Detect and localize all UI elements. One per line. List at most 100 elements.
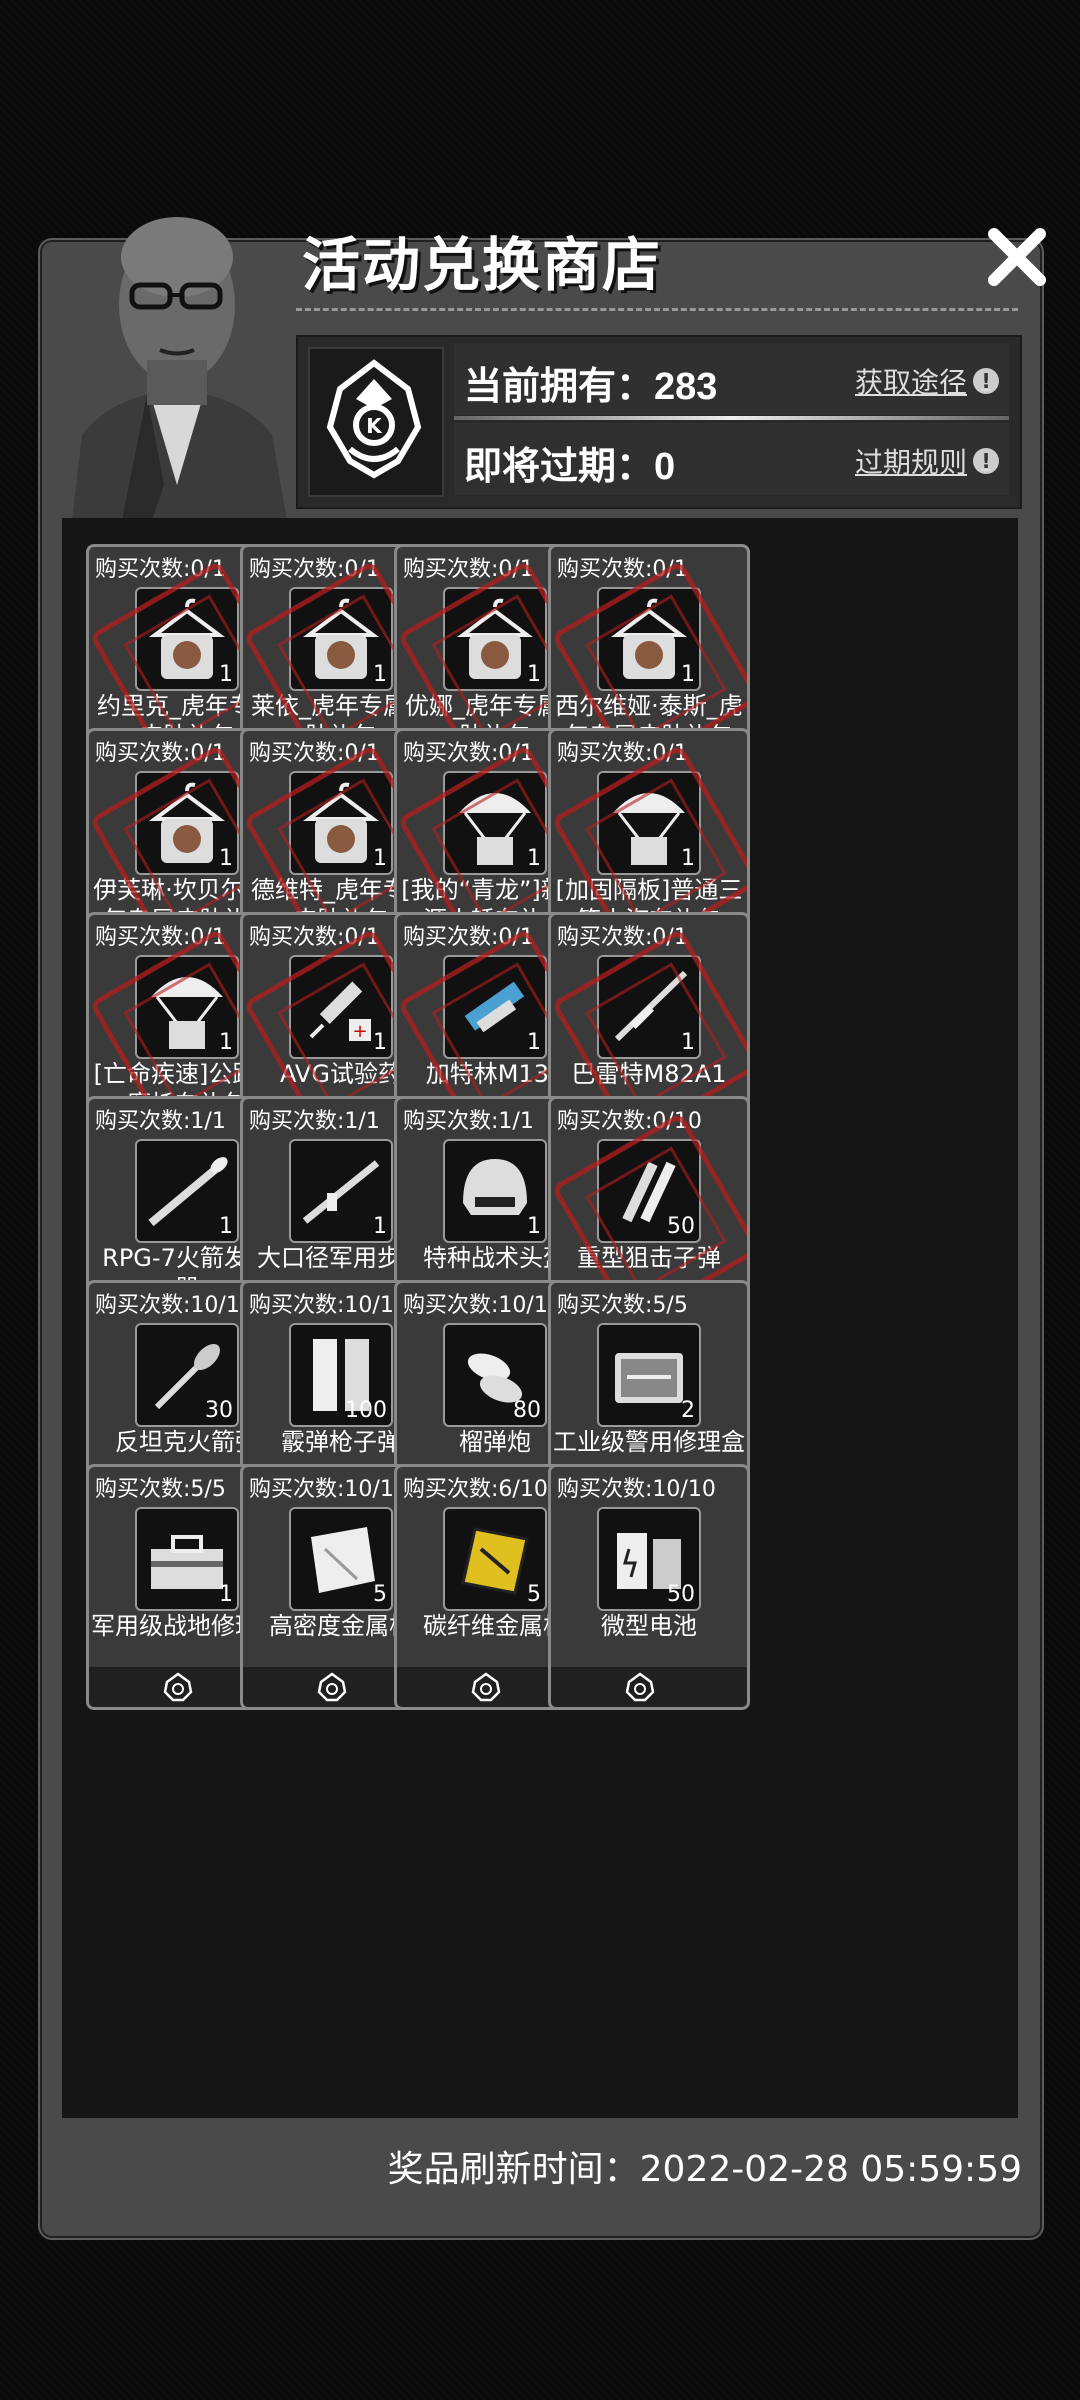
svg-text:+: + bbox=[352, 1021, 367, 1042]
item-icon-frame: 1 bbox=[597, 955, 701, 1059]
purchase-count: 购买次数:5/5 bbox=[557, 1293, 688, 1318]
item-icon-frame: 1 bbox=[289, 771, 393, 875]
item-quantity: 1 bbox=[681, 846, 695, 871]
item-icon-frame: 30 bbox=[135, 1323, 239, 1427]
item-quantity: 50 bbox=[667, 1582, 695, 1607]
item-quantity: 1 bbox=[373, 1214, 387, 1239]
item-icon-frame: 1 bbox=[135, 1139, 239, 1243]
item-icon-frame: 1 bbox=[289, 587, 393, 691]
info-divider bbox=[454, 416, 1009, 420]
purchase-count: 购买次数:0/1 bbox=[557, 557, 688, 582]
item-icon-frame: 1 bbox=[597, 587, 701, 691]
current-owned-label: 当前拥有：283 bbox=[464, 366, 718, 408]
purchase-count: 购买次数:0/1 bbox=[557, 741, 688, 766]
item-icon-frame: 1 bbox=[135, 587, 239, 691]
info-icon[interactable]: ! bbox=[973, 448, 999, 474]
item-quantity: 1 bbox=[219, 662, 233, 687]
expiring-row: 即将过期：0 过期规则 ! bbox=[454, 423, 1009, 495]
purchase-count: 购买次数:10/10 bbox=[95, 1293, 254, 1318]
item-icon-frame: 1 bbox=[443, 955, 547, 1059]
item-icon-frame: 50 bbox=[597, 1507, 701, 1611]
item-icon-frame: 1 bbox=[135, 771, 239, 875]
item-grid: 购买次数:0/11约里克_虎年专属皮肤礼包1000购买次数:0/11莱依_虎年专… bbox=[62, 518, 1018, 2118]
item-icon-frame: 100 bbox=[289, 1323, 393, 1427]
purchase-count: 购买次数:0/1 bbox=[403, 557, 534, 582]
obtain-link-text[interactable]: 获取途径 bbox=[855, 361, 967, 401]
item-icon-frame: 1 bbox=[443, 1139, 547, 1243]
purchase-count: 购买次数:10/10 bbox=[557, 1477, 716, 1502]
item-icon-frame: 1 bbox=[289, 1139, 393, 1243]
purchase-count: 购买次数:0/1 bbox=[249, 741, 380, 766]
item-quantity: 1 bbox=[373, 846, 387, 871]
price-bar bbox=[551, 1667, 747, 1707]
purchase-count: 购买次数:1/1 bbox=[249, 1109, 380, 1134]
character-portrait bbox=[72, 217, 287, 520]
item-quantity: 5 bbox=[373, 1582, 387, 1607]
token-emblem-icon: K bbox=[326, 359, 422, 479]
item-icon-frame: 1 bbox=[135, 1507, 239, 1611]
item-icon-frame: 1 bbox=[443, 771, 547, 875]
token-emblem-icon bbox=[625, 1672, 655, 1702]
item-quantity: 30 bbox=[205, 1398, 233, 1423]
token-emblem-icon bbox=[163, 1672, 193, 1702]
item-icon-frame: 1 bbox=[597, 771, 701, 875]
purchase-count: 购买次数:1/1 bbox=[403, 1109, 534, 1134]
item-name: 工业级警用修理盒 bbox=[553, 1428, 745, 1456]
purchase-count: 购买次数:5/5 bbox=[95, 1477, 226, 1502]
item-name: 微型电池 bbox=[601, 1612, 697, 1640]
item-quantity: 1 bbox=[527, 1030, 541, 1055]
item-name: 重型狙击子弹 bbox=[577, 1244, 721, 1272]
item-quantity: 1 bbox=[681, 1030, 695, 1055]
purchase-count: 购买次数:0/1 bbox=[403, 925, 534, 950]
token-emblem-icon bbox=[317, 1672, 347, 1702]
close-icon[interactable] bbox=[982, 222, 1052, 292]
item-quantity: 1 bbox=[527, 1214, 541, 1239]
item-icon-frame: +1 bbox=[289, 955, 393, 1059]
currency-info-box: K 当前拥有：283 获取途径 ! 即将过期：0 过期规则 ! bbox=[296, 335, 1022, 509]
item-quantity: 2 bbox=[681, 1398, 695, 1423]
svg-text:K: K bbox=[366, 414, 383, 438]
purchase-count: 购买次数:10/10 bbox=[249, 1293, 408, 1318]
purchase-count: 购买次数:0/1 bbox=[95, 925, 226, 950]
purchase-count: 购买次数:0/1 bbox=[249, 557, 380, 582]
page-title: 活动兑换商店 bbox=[302, 231, 663, 299]
item-quantity: 1 bbox=[219, 1214, 233, 1239]
obtain-link[interactable]: 获取途径 ! bbox=[855, 361, 999, 401]
item-quantity: 1 bbox=[219, 1582, 233, 1607]
refresh-time: 奖品刷新时间：2022-02-28 05:59:59 bbox=[387, 2149, 1022, 2190]
purchase-count: 购买次数:0/10 bbox=[557, 1109, 702, 1134]
purchase-count: 购买次数:0/1 bbox=[95, 741, 226, 766]
purchase-count: 购买次数:10/10 bbox=[249, 1477, 408, 1502]
item-quantity: 1 bbox=[219, 846, 233, 871]
purchase-count: 购买次数:0/1 bbox=[249, 925, 380, 950]
item-icon-frame: 1 bbox=[443, 587, 547, 691]
item-quantity: 1 bbox=[373, 662, 387, 687]
item-quantity: 50 bbox=[667, 1214, 695, 1239]
item-quantity: 80 bbox=[513, 1398, 541, 1423]
info-icon[interactable]: ! bbox=[973, 368, 999, 394]
expire-rule-link[interactable]: 过期规则 ! bbox=[855, 441, 999, 481]
item-quantity: 1 bbox=[373, 1030, 387, 1055]
item-quantity: 1 bbox=[219, 1030, 233, 1055]
currency-emblem: K bbox=[308, 347, 444, 497]
item-name: 巴雷特M82A1 bbox=[571, 1060, 727, 1088]
item-icon-frame: 5 bbox=[289, 1507, 393, 1611]
purchase-count: 购买次数:10/10 bbox=[403, 1293, 562, 1318]
expire-rule-text[interactable]: 过期规则 bbox=[855, 441, 967, 481]
expiring-label: 即将过期：0 bbox=[464, 446, 676, 488]
item-icon-frame: 2 bbox=[597, 1323, 701, 1427]
purchase-count: 购买次数:0/1 bbox=[557, 925, 688, 950]
purchase-count: 购买次数:0/1 bbox=[403, 741, 534, 766]
purchase-count: 购买次数:1/1 bbox=[95, 1109, 226, 1134]
shop-item-card[interactable]: 购买次数:10/10 50 微型电池 bbox=[548, 1464, 750, 1710]
token-emblem-icon bbox=[471, 1672, 501, 1702]
purchase-count: 购买次数:6/10 bbox=[403, 1477, 548, 1502]
item-quantity: 5 bbox=[527, 1582, 541, 1607]
item-quantity: 100 bbox=[345, 1398, 387, 1423]
item-quantity: 1 bbox=[527, 662, 541, 687]
item-icon-frame: 50 bbox=[597, 1139, 701, 1243]
title-divider bbox=[296, 308, 1018, 311]
item-quantity: 1 bbox=[681, 662, 695, 687]
item-quantity: 1 bbox=[527, 846, 541, 871]
item-icon-frame: 1 bbox=[135, 955, 239, 1059]
